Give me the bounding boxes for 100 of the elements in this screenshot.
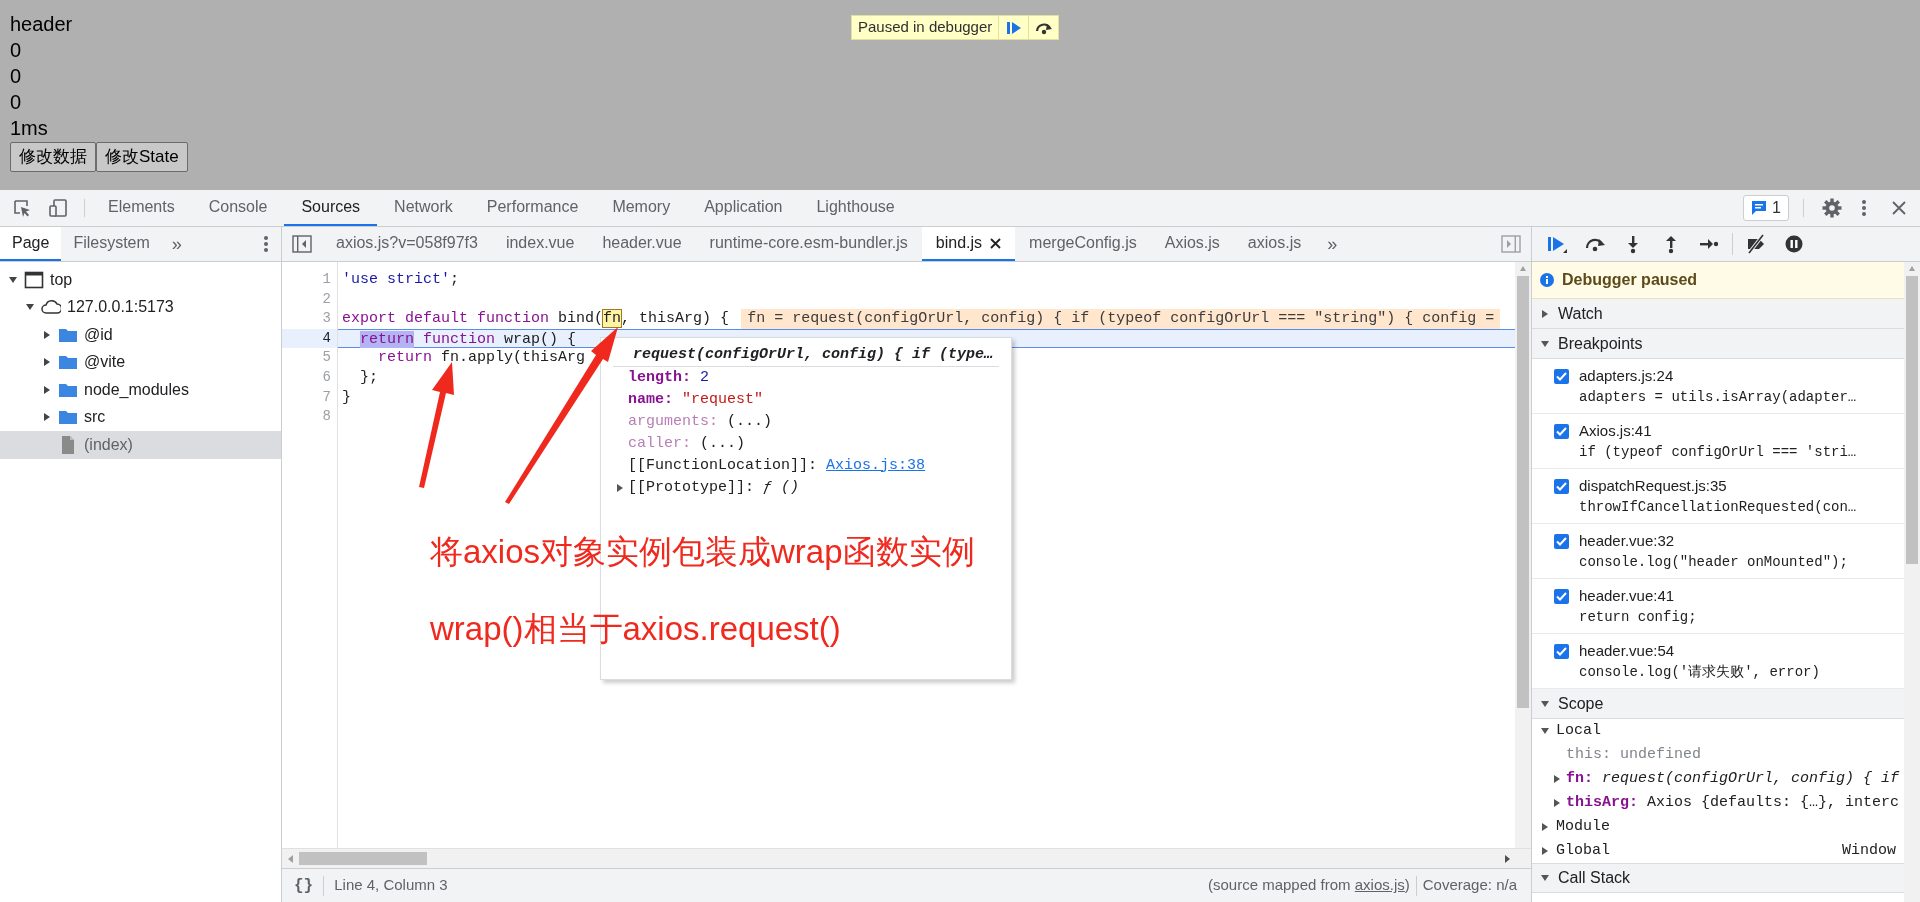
current-code-line: return function wrap() { <box>359 329 577 348</box>
tree-item[interactable]: src <box>0 403 281 431</box>
expand-triangle-icon[interactable] <box>615 483 625 493</box>
more-vertical-icon <box>263 235 269 253</box>
panel-tab[interactable]: Network <box>377 190 470 226</box>
tree-item[interactable]: @vite <box>0 348 281 376</box>
collapse-triangle-icon[interactable] <box>1540 698 1550 709</box>
object-property: [[FunctionLocation]]: Axios.js:38 <box>628 455 926 476</box>
line-number: 3 <box>321 309 332 329</box>
panel-tab[interactable]: Lighthouse <box>799 190 912 226</box>
page-text: 0 <box>10 38 22 63</box>
section-header[interactable]: Breakpoints <box>1532 329 1904 359</box>
breakpoint-checkbox[interactable] <box>1554 369 1569 384</box>
tree-item[interactable]: 127.0.0.1:5173 <box>0 293 281 321</box>
expand-triangle-icon[interactable] <box>42 357 52 368</box>
scrollbar-thumb[interactable] <box>299 852 427 865</box>
source-map-note: (source mapped from axios.js) <box>1208 875 1410 896</box>
page-button[interactable]: 修改数据 <box>10 142 96 172</box>
scope-group[interactable]: Global <box>1556 839 1610 863</box>
page-button[interactable]: 修改State <box>96 142 188 172</box>
info-icon <box>1540 273 1554 287</box>
paused-label: Paused in debugger <box>857 17 994 38</box>
more-vertical-icon <box>1861 199 1867 217</box>
panel-tab[interactable]: Application <box>687 190 800 226</box>
line-number: 4 <box>282 328 337 349</box>
scope-group[interactable]: Local <box>1556 719 1601 743</box>
navigator-tab[interactable]: Filesystem <box>61 227 162 261</box>
file-tab[interactable]: index.vue <box>491 227 589 261</box>
section-header[interactable]: Scope <box>1532 689 1904 719</box>
scope-variable: this: undefined <box>1566 744 1702 765</box>
file-tab[interactable]: axios.js <box>1233 227 1316 261</box>
step-over-icon <box>1033 20 1054 35</box>
tree-item[interactable]: (index) <box>0 431 281 459</box>
breakpoint-checkbox[interactable] <box>1554 424 1569 439</box>
file-tab[interactable]: header.vue <box>588 227 696 261</box>
collapse-triangle-icon[interactable] <box>1540 338 1550 349</box>
file-tab[interactable]: bind.js <box>921 227 1016 261</box>
file-tab[interactable]: axios.js?v=058f97f3 <box>322 227 492 261</box>
breakpoint-location: dispatchRequest.js:35 <box>1579 476 1728 496</box>
breakpoint-code: return config; <box>1579 608 1697 627</box>
object-property: arguments: (...) <box>628 411 773 432</box>
object-property: length: 2 <box>628 367 710 388</box>
issues-button[interactable]: 1 <box>1743 195 1789 221</box>
expand-triangle-icon[interactable] <box>42 412 52 423</box>
page-text: 1ms <box>10 116 48 141</box>
file-tab[interactable]: Axios.js <box>1150 227 1234 261</box>
tree-item[interactable]: top <box>0 266 281 294</box>
panel-tab[interactable]: Memory <box>595 190 688 226</box>
collapse-triangle-icon[interactable] <box>8 274 18 285</box>
more-tabs-button[interactable]: » <box>1315 227 1350 261</box>
message-icon <box>1751 200 1768 216</box>
expand-triangle-icon[interactable] <box>1540 846 1550 856</box>
expand-triangle-icon[interactable] <box>42 384 52 395</box>
scrollbar-thumb[interactable] <box>1517 276 1529 708</box>
breakpoint-location: header.vue:32 <box>1579 531 1676 551</box>
breakpoint-checkbox[interactable] <box>1554 589 1569 604</box>
breakpoint-code: console.log("header onMounted"); <box>1579 553 1848 572</box>
section-header[interactable]: Call Stack <box>1532 863 1904 893</box>
source-map-link[interactable]: axios.js <box>1354 876 1405 894</box>
collapse-triangle-icon[interactable] <box>1540 726 1550 736</box>
breakpoint-checkbox[interactable] <box>1554 479 1569 494</box>
line-number: 2 <box>321 289 332 309</box>
panel-tab[interactable]: Console <box>191 190 285 226</box>
section-header[interactable]: Watch <box>1532 299 1904 329</box>
panel-tab[interactable]: Performance <box>469 190 596 226</box>
expand-triangle-icon[interactable] <box>1552 774 1562 784</box>
breakpoint-location: header.vue:41 <box>1579 586 1676 606</box>
annotation-text: 将axios对象实例包装成wrap函数实例 <box>430 532 975 572</box>
scope-group[interactable]: Module <box>1556 815 1610 839</box>
expand-triangle-icon[interactable] <box>1540 822 1550 832</box>
breakpoint-checkbox[interactable] <box>1554 534 1569 549</box>
breakpoint-code: adapters = utils.isArray(adapter… <box>1579 388 1857 407</box>
tree-item[interactable]: node_modules <box>0 376 281 404</box>
line-number: 8 <box>321 407 332 427</box>
file-tab[interactable]: mergeConfig.js <box>1015 227 1151 261</box>
paused-status: Debugger paused <box>1562 270 1698 290</box>
line-number: 1 <box>321 270 332 289</box>
line-number: 7 <box>321 387 332 407</box>
frame-icon <box>24 269 44 290</box>
cursor-position: Line 4, Column 3 <box>334 875 448 896</box>
expand-triangle-icon[interactable] <box>1552 798 1562 808</box>
close-icon[interactable] <box>990 237 1002 249</box>
scrollbar-thumb[interactable] <box>1906 276 1918 564</box>
expand-triangle-icon[interactable] <box>42 329 52 340</box>
panel-tab[interactable]: Elements <box>91 190 192 226</box>
object-property: [[Prototype]]: ƒ () <box>628 477 800 498</box>
breakpoint-checkbox[interactable] <box>1554 644 1569 659</box>
navigator-tab[interactable]: Page <box>0 227 62 261</box>
file-tab[interactable]: runtime-core.esm-bundler.js <box>695 227 922 261</box>
tree-item[interactable]: @id <box>0 321 281 349</box>
page-text: 0 <box>10 90 22 115</box>
line-number: 5 <box>321 348 332 368</box>
function-location-link[interactable]: Axios.js:38 <box>826 456 926 474</box>
more-tabs-button[interactable]: » <box>161 227 192 261</box>
pretty-print-button[interactable]: {} <box>294 873 314 898</box>
scope-variable: fn: request(configOrUrl, config) { if <box>1566 768 1900 789</box>
collapse-triangle-icon[interactable] <box>1540 873 1550 883</box>
close-icon <box>1892 201 1906 215</box>
breakpoint-location: header.vue:54 <box>1579 641 1676 661</box>
expand-triangle-icon[interactable] <box>1540 308 1550 319</box>
